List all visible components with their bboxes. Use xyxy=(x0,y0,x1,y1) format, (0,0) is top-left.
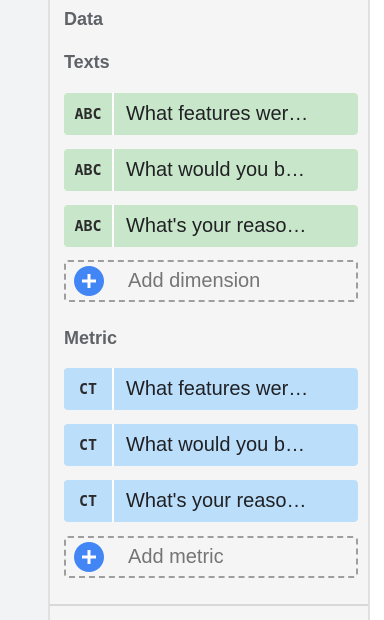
text-type-badge: ABC xyxy=(64,93,114,135)
text-type-badge: ABC xyxy=(64,205,114,247)
dimension-label: What's your reaso… xyxy=(126,214,307,237)
count-type-badge: CT xyxy=(64,368,114,410)
dimension-chip[interactable]: ABC What would you b… xyxy=(64,149,358,191)
divider xyxy=(50,604,368,606)
plus-icon xyxy=(74,266,104,296)
metric-label: What would you b… xyxy=(126,433,305,456)
metric-label: What's your reaso… xyxy=(126,489,307,512)
right-gutter xyxy=(370,0,384,620)
text-type-badge: ABC xyxy=(64,149,114,191)
metric-chip[interactable]: CT What's your reaso… xyxy=(64,480,358,522)
dimension-chip[interactable]: ABC What's your reaso… xyxy=(64,205,358,247)
dimension-label: What features wer… xyxy=(126,102,309,125)
add-dimension-button[interactable]: Add dimension xyxy=(64,260,358,302)
dimension-chip[interactable]: ABC What features wer… xyxy=(64,93,358,135)
left-gutter xyxy=(0,0,48,620)
add-dimension-label: Add dimension xyxy=(128,269,261,292)
section-title-data: Data xyxy=(64,9,104,29)
count-type-badge: CT xyxy=(64,480,114,522)
data-panel: Data Texts ABC What features wer… ABC Wh… xyxy=(48,0,370,620)
metric-label: What features wer… xyxy=(126,377,309,400)
section-title-metric: Metric xyxy=(64,328,118,348)
add-metric-label: Add metric xyxy=(128,545,224,568)
count-type-badge: CT xyxy=(64,424,114,466)
plus-icon xyxy=(74,542,104,572)
add-metric-button[interactable]: Add metric xyxy=(64,536,358,578)
dimension-label: What would you b… xyxy=(126,158,305,181)
metric-chip[interactable]: CT What would you b… xyxy=(64,424,358,466)
metric-chip[interactable]: CT What features wer… xyxy=(64,368,358,410)
section-title-texts: Texts xyxy=(64,52,110,72)
